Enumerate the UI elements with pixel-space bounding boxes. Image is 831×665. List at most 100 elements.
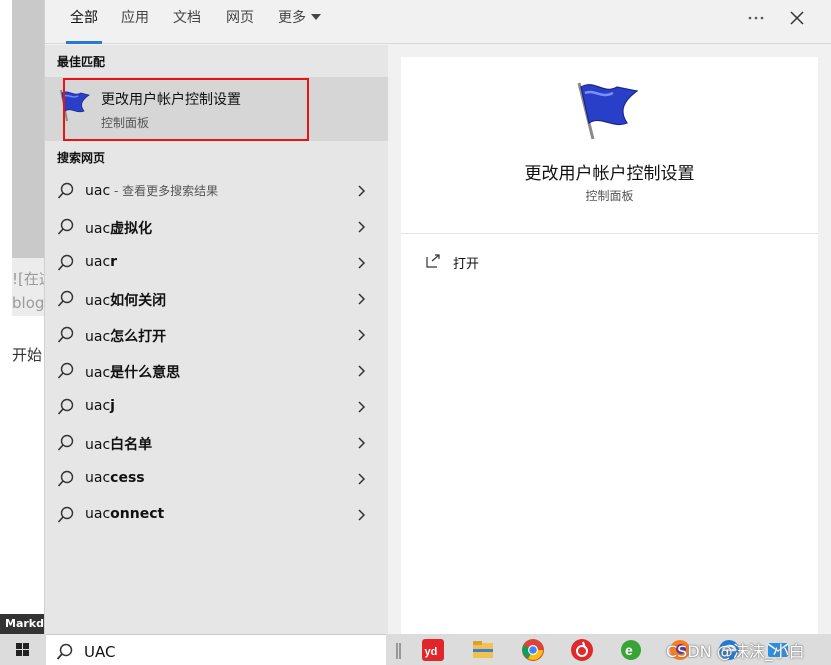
search-icon (57, 398, 74, 415)
best-match-item[interactable]: 更改用户帐户控制设置 控制面板 (45, 77, 388, 141)
best-match-subtitle: 控制面板 (101, 116, 150, 130)
open-action[interactable]: 打开 (425, 251, 565, 277)
chevron-right-icon (358, 473, 366, 485)
tab-documents-label: 文档 (173, 10, 201, 26)
detail-pane: 更改用户帐户控制设置 控制面板 打开 (401, 57, 818, 634)
web-search-heading: 搜索网页 (57, 151, 106, 165)
background-text-line: blog (12, 294, 45, 312)
chevron-right-icon (358, 257, 366, 269)
tab-more[interactable]: 更多 (278, 0, 321, 44)
query-suggestion: 如何关闭 (110, 293, 167, 309)
close-icon (790, 11, 804, 25)
taskbar-search-input[interactable]: UAC (46, 634, 386, 665)
chevron-right-icon (358, 365, 366, 377)
chevron-right-icon (358, 509, 366, 521)
query-prefix: uac (85, 221, 111, 237)
query-prefix: uac (85, 470, 111, 486)
search-icon (57, 434, 74, 451)
file-explorer-icon[interactable] (471, 638, 495, 662)
background-image (12, 0, 44, 258)
task-view-icon[interactable] (388, 638, 412, 662)
query-prefix: uac (85, 329, 111, 345)
search-icon (57, 326, 74, 343)
tab-documents[interactable]: 文档 (173, 0, 201, 44)
youdao-icon[interactable]: yd (421, 638, 445, 662)
web-result-item[interactable]: uac白名单 (45, 425, 388, 461)
detail-title: 更改用户帐户控制设置 (524, 164, 695, 184)
query-suggestion: 白名单 (110, 437, 153, 453)
start-button[interactable] (0, 634, 46, 665)
web-result-text: uac怎么打开 (85, 326, 166, 346)
query-prefix: uac (85, 437, 111, 453)
web-result-text: uacj (85, 398, 115, 414)
best-match-heading: 最佳匹配 (57, 55, 106, 69)
markdown-tab[interactable]: Markdown (0, 614, 44, 634)
query-suggestion: cess (110, 470, 145, 486)
web-result-text: uaccess (85, 470, 145, 486)
chevron-down-icon (311, 14, 321, 20)
chevron-right-icon (358, 329, 366, 341)
chevron-right-icon (358, 293, 366, 305)
query-prefix: uac (85, 183, 111, 199)
ellipsis-icon (748, 16, 764, 20)
tab-apps-label: 应用 (121, 10, 149, 26)
query-suggestion: 是什么意思 (110, 365, 181, 381)
chevron-right-icon (358, 221, 366, 233)
search-tabs: 全部 应用 文档 网页 更多 (45, 0, 831, 44)
query-prefix: uac (85, 365, 111, 381)
tab-all[interactable]: 全部 (66, 0, 102, 44)
web-result-item[interactable]: uacr (45, 245, 388, 281)
web-result-text: uac - 查看更多搜索结果 (85, 182, 218, 199)
tab-apps[interactable]: 应用 (121, 0, 149, 44)
query-suggestion: 怎么打开 (110, 329, 167, 345)
results-list: 最佳匹配 更改用户帐户控制设置 控制面板 搜索网页 uac - 查看更多搜索结果… (45, 45, 388, 634)
search-query: UAC (84, 643, 116, 661)
search-panel: 全部 应用 文档 网页 更多 最佳匹配 更改用户帐户控制设置 控制面板 搜索网页… (44, 0, 831, 634)
tab-all-label: 全部 (70, 10, 98, 26)
web-result-item[interactable]: uaccess (45, 461, 388, 497)
search-icon (57, 182, 74, 199)
uac-flag-icon (60, 89, 90, 122)
web-result-item[interactable]: uacj (45, 389, 388, 425)
open-icon (426, 254, 440, 268)
chevron-right-icon (358, 401, 366, 413)
search-icon (56, 643, 73, 660)
search-icon (57, 470, 74, 487)
web-result-item[interactable]: uac怎么打开 (45, 317, 388, 353)
more-options-button[interactable] (741, 4, 771, 32)
chevron-right-icon (358, 185, 366, 197)
query-suggestion: r (110, 254, 118, 270)
ie-browser-icon[interactable]: e (619, 638, 643, 662)
tab-web-label: 网页 (226, 10, 254, 26)
divider (401, 233, 818, 234)
search-icon (57, 254, 74, 271)
best-match-title: 更改用户帐户控制设置 (101, 92, 241, 108)
web-result-item[interactable]: uac - 查看更多搜索结果 (45, 173, 388, 209)
web-result-item[interactable]: uac如何关闭 (45, 281, 388, 317)
highlight-outline (63, 78, 309, 141)
chrome-icon[interactable] (521, 638, 545, 662)
web-result-text: uaconnect (85, 506, 164, 522)
chevron-right-icon (358, 437, 366, 449)
query-suggestion: 虚拟化 (110, 221, 153, 237)
query-prefix: uac (85, 254, 111, 270)
open-label: 打开 (453, 257, 480, 272)
query-suggestion: j (110, 398, 115, 414)
uac-flag-icon (577, 82, 639, 140)
web-result-text: uac白名单 (85, 434, 152, 454)
netease-music-icon[interactable] (570, 638, 594, 662)
close-button[interactable] (782, 4, 812, 32)
tab-web[interactable]: 网页 (226, 0, 254, 44)
web-result-item[interactable]: uaconnect (45, 497, 388, 533)
search-icon (57, 506, 74, 523)
web-result-text: uac是什么意思 (85, 362, 180, 382)
tab-more-label: 更多 (278, 10, 306, 26)
web-result-item[interactable]: uac虚拟化 (45, 209, 388, 245)
web-result-text: uacr (85, 254, 117, 270)
query-prefix: uac (85, 293, 111, 309)
svg-text:e: e (625, 642, 633, 658)
web-result-text: uac虚拟化 (85, 218, 152, 238)
web-result-item[interactable]: uac是什么意思 (45, 353, 388, 389)
query-prefix: uac (85, 506, 111, 522)
query-suggestion: onnect (110, 506, 165, 522)
